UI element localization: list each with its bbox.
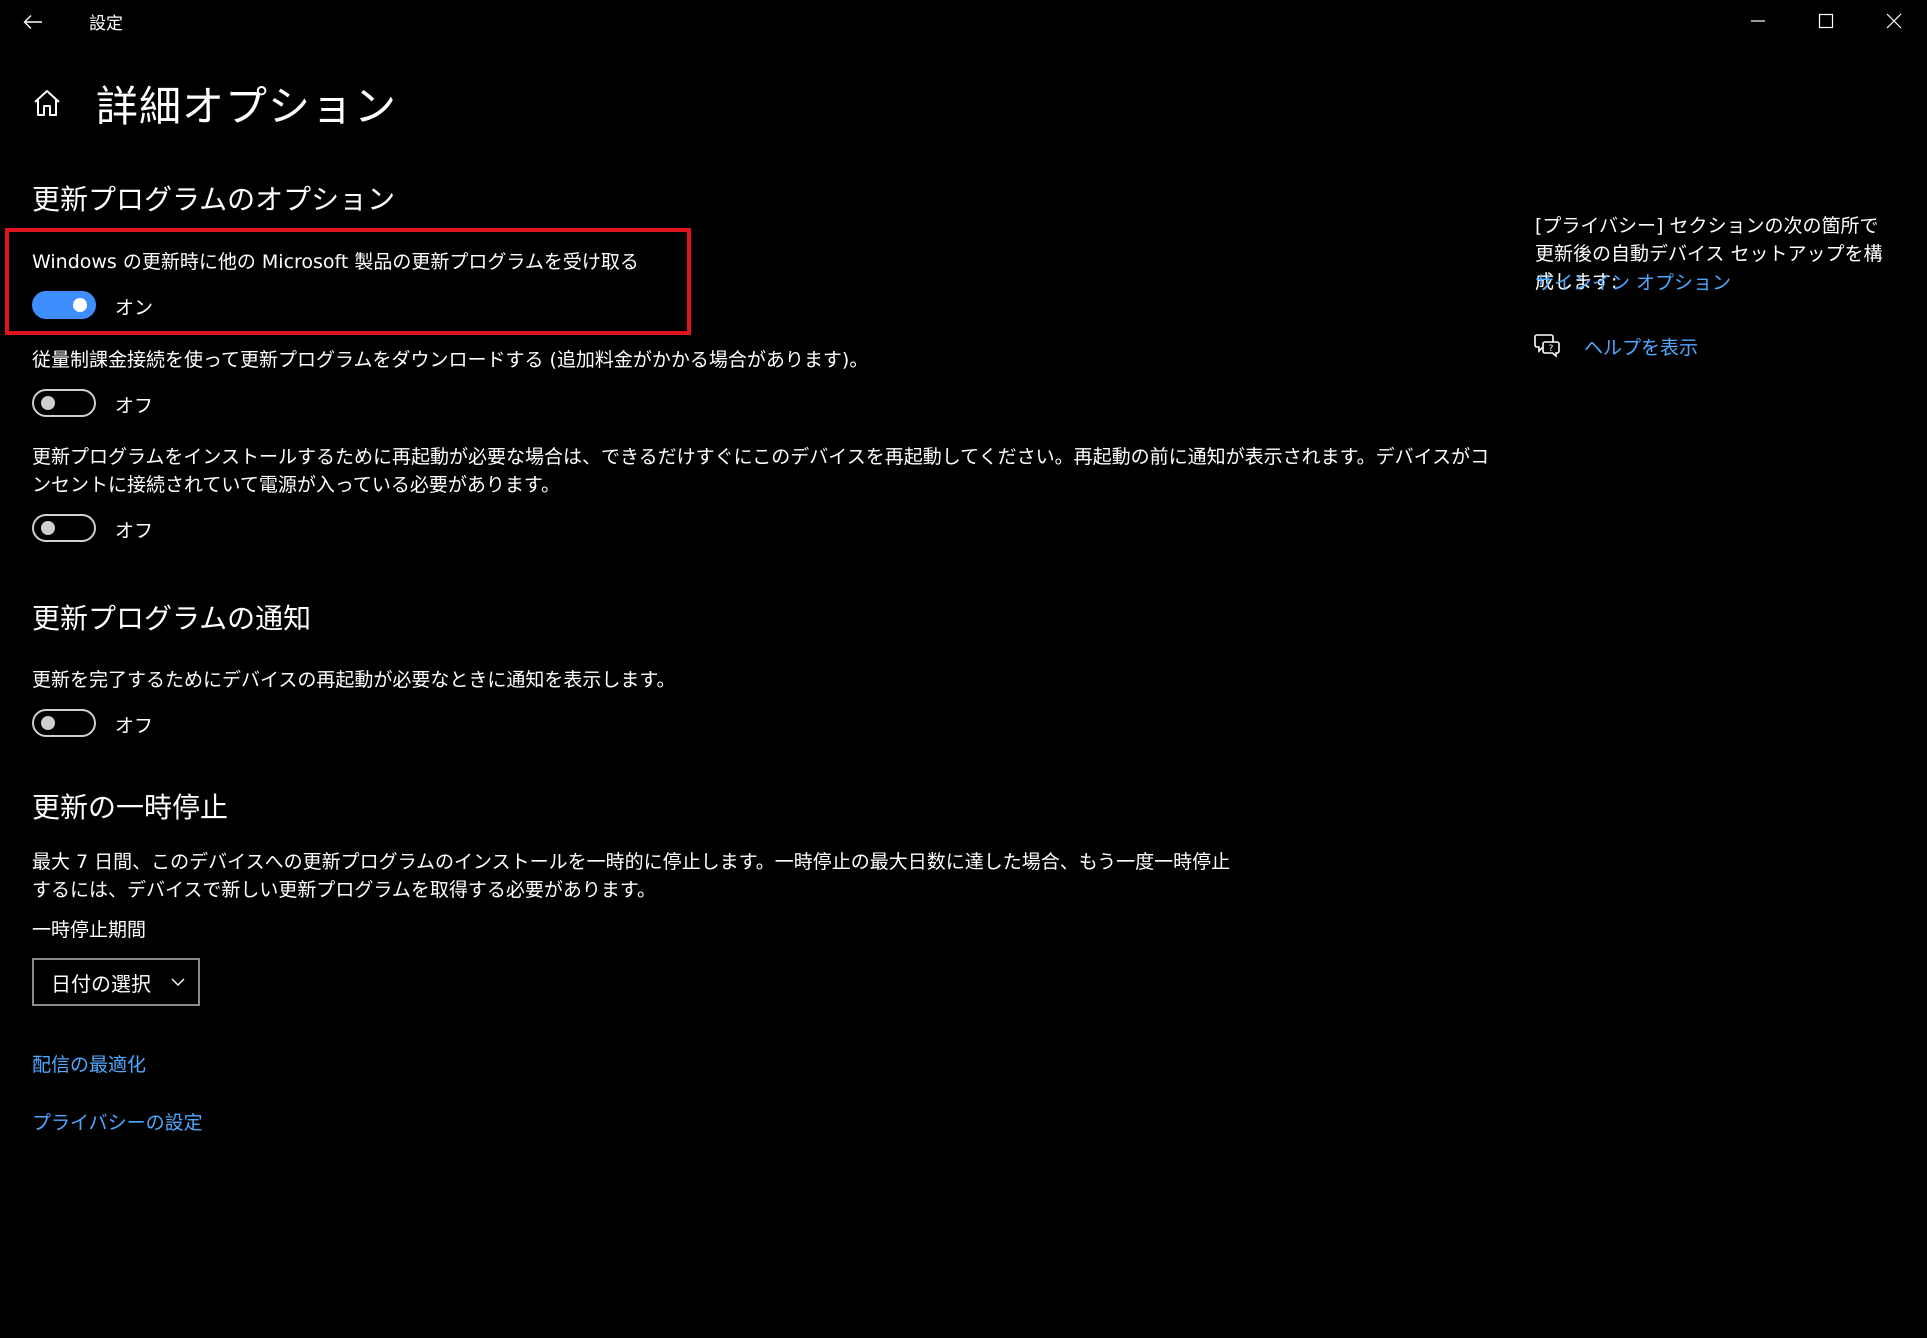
toggle-state-other-products: オン: [115, 297, 154, 319]
pause-period-label: 一時停止期間: [32, 919, 147, 941]
minimize-button[interactable]: [1724, 0, 1792, 42]
home-icon: [34, 90, 60, 116]
toggle-state-metered: オフ: [115, 395, 154, 417]
maximize-button[interactable]: [1792, 0, 1860, 42]
home-button[interactable]: [28, 84, 66, 122]
setting-label-restart-asap: 更新プログラムをインストールするために再起動が必要な場合は、できるだけすぐにこの…: [32, 446, 1490, 496]
pause-date-dropdown[interactable]: 日付の選択: [32, 958, 200, 1006]
toggle-state-restart-notification: オフ: [115, 715, 154, 737]
dropdown-selected-value: 日付の選択: [51, 971, 151, 996]
minimize-icon: [1751, 20, 1765, 22]
toggle-restart-notification[interactable]: [32, 709, 96, 737]
help-link[interactable]: ヘルプを表示: [1584, 333, 1698, 360]
signin-options-link[interactable]: サインイン オプション: [1535, 268, 1731, 295]
toggle-knob: [41, 716, 55, 730]
toggle-knob: [41, 396, 55, 410]
pause-description: 最大 7 日間、このデバイスへの更新プログラムのインストールを一時的に停止します…: [32, 851, 1231, 901]
toggle-state-restart-asap: オフ: [115, 520, 154, 542]
toggle-metered[interactable]: [32, 389, 96, 417]
back-button[interactable]: [14, 4, 52, 40]
setting-label-other-products: Windows の更新時に他の Microsoft 製品の更新プログラムを受け取…: [32, 251, 639, 273]
toggle-knob: [41, 521, 55, 535]
close-icon: [1886, 13, 1902, 29]
delivery-optimization-link[interactable]: 配信の最適化: [32, 1050, 146, 1077]
help-chat-icon: ?: [1534, 334, 1560, 358]
notifications-heading: 更新プログラムの通知: [32, 602, 312, 635]
highlight-box: [5, 228, 691, 335]
app-title: 設定: [89, 14, 123, 34]
toggle-restart-asap[interactable]: [32, 514, 96, 542]
back-arrow-icon: [23, 15, 42, 29]
chevron-down-icon: [171, 978, 185, 986]
update-options-heading: 更新プログラムのオプション: [32, 183, 396, 216]
toggle-knob: [73, 298, 87, 312]
page-title: 詳細オプション: [96, 82, 398, 131]
close-button[interactable]: [1860, 0, 1927, 42]
toggle-other-products[interactable]: [32, 291, 96, 319]
svg-text:?: ?: [1549, 344, 1554, 354]
maximize-icon: [1818, 13, 1834, 29]
privacy-settings-link[interactable]: プライバシーの設定: [32, 1108, 203, 1135]
setting-label-restart-notification: 更新を完了するためにデバイスの再起動が必要なときに通知を表示します。: [32, 669, 676, 691]
help-icon-wrapper: ?: [1533, 331, 1561, 359]
setting-label-metered: 従量制課金接続を使って更新プログラムをダウンロードする (追加料金がかかる場合が…: [32, 349, 869, 371]
pause-heading: 更新の一時停止: [32, 791, 229, 824]
